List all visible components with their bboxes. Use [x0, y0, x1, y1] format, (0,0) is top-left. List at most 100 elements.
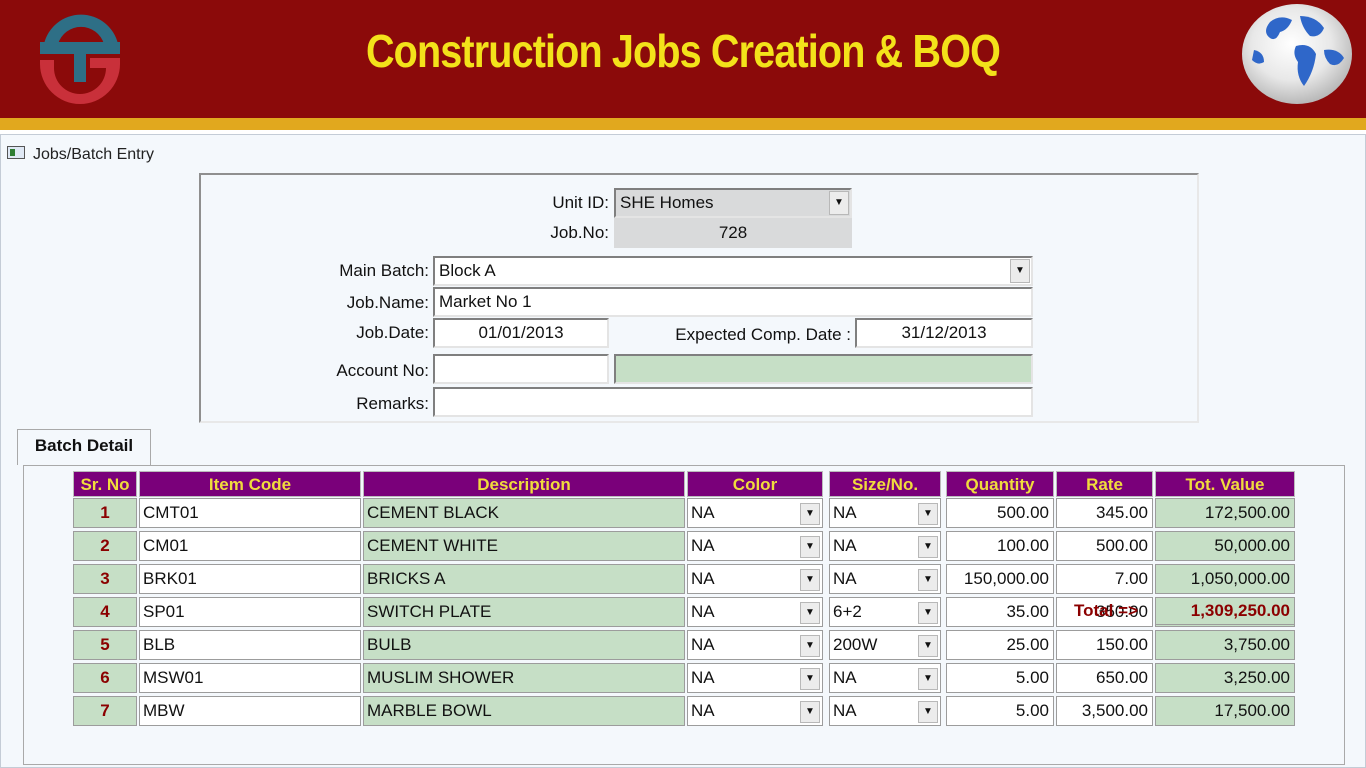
quantity-cell[interactable]: 500.00 [946, 498, 1054, 528]
description-cell: CEMENT WHITE [363, 531, 685, 561]
rate-cell[interactable]: 150.00 [1056, 630, 1153, 660]
size-cell-text: NA [833, 701, 857, 720]
job-form-panel: Unit ID: SHE Homes ▼ Job.No: 728 Main Ba… [199, 173, 1199, 423]
job-date-label: Job.Date: [356, 323, 429, 342]
size-cell-text: NA [833, 569, 857, 588]
size-cell[interactable]: NA ▼ [829, 531, 941, 561]
total-value-cell-text: 17,500.00 [1214, 701, 1290, 720]
size-cell[interactable]: 6+2 ▼ [829, 597, 941, 627]
total-value-cell: 3,750.00 [1155, 630, 1295, 660]
description-cell-text: MUSLIM SHOWER [367, 668, 515, 687]
chevron-down-icon[interactable]: ▼ [800, 503, 820, 525]
quantity-cell[interactable]: 35.00 [946, 597, 1054, 627]
chevron-down-icon[interactable]: ▼ [918, 635, 938, 657]
rate-cell-text: 345.00 [1096, 503, 1148, 522]
account-no-input[interactable] [433, 354, 609, 384]
color-cell[interactable]: NA ▼ [687, 597, 823, 627]
color-cell[interactable]: NA ▼ [687, 663, 823, 693]
size-cell-text: 6+2 [833, 602, 862, 621]
unit-id-select[interactable]: SHE Homes ▼ [614, 188, 852, 218]
size-cell[interactable]: NA ▼ [829, 696, 941, 726]
description-cell-text: BULB [367, 635, 412, 654]
quantity-cell[interactable]: 25.00 [946, 630, 1054, 660]
header-description: Description [363, 471, 685, 497]
main-batch-dropdown-icon[interactable]: ▼ [1010, 259, 1030, 283]
item-code-cell[interactable]: BLB [139, 630, 361, 660]
chevron-down-icon[interactable]: ▼ [918, 701, 938, 723]
rate-cell[interactable]: 650.00 [1056, 663, 1153, 693]
window-icon [7, 146, 25, 159]
chevron-down-icon[interactable]: ▼ [800, 602, 820, 624]
chevron-down-icon[interactable]: ▼ [800, 569, 820, 591]
item-code-cell[interactable]: BRK01 [139, 564, 361, 594]
quantity-cell[interactable]: 100.00 [946, 531, 1054, 561]
banner-stripe [0, 118, 1366, 130]
quantity-cell-text: 150,000.00 [963, 569, 1049, 588]
description-cell-text: SWITCH PLATE [367, 602, 492, 621]
rate-cell[interactable]: 345.00 [1056, 498, 1153, 528]
item-code-cell-text: CMT01 [143, 503, 199, 522]
chevron-down-icon[interactable]: ▼ [918, 602, 938, 624]
item-code-cell[interactable]: CMT01 [139, 498, 361, 528]
rate-cell[interactable]: 500.00 [1056, 531, 1153, 561]
total-value-cell-text: 3,250.00 [1223, 668, 1290, 687]
chevron-down-icon[interactable]: ▼ [918, 536, 938, 558]
rate-cell[interactable]: 3,500.00 [1056, 696, 1153, 726]
chevron-down-icon[interactable]: ▼ [800, 701, 820, 723]
description-cell: MUSLIM SHOWER [363, 663, 685, 693]
sr-no-cell: 4 [73, 597, 137, 627]
total-value-cell-text: 172,500.00 [1204, 503, 1290, 522]
quantity-cell[interactable]: 150,000.00 [946, 564, 1054, 594]
item-code-cell[interactable]: MSW01 [139, 663, 361, 693]
size-cell[interactable]: 200W ▼ [829, 630, 941, 660]
remarks-input[interactable] [433, 387, 1033, 417]
description-cell: MARBLE BOWL [363, 696, 685, 726]
account-no-label: Account No: [336, 361, 429, 380]
header-rate: Rate [1056, 471, 1153, 497]
main-batch-select[interactable]: Block A ▼ [433, 256, 1033, 286]
color-cell[interactable]: NA ▼ [687, 630, 823, 660]
item-code-cell[interactable]: MBW [139, 696, 361, 726]
chevron-down-icon[interactable]: ▼ [918, 569, 938, 591]
sr-no-cell-text: 1 [100, 503, 110, 522]
job-date-input[interactable]: 01/01/2013 [433, 318, 609, 348]
rate-cell[interactable]: 7.00 [1056, 564, 1153, 594]
description-cell-text: CEMENT WHITE [367, 536, 498, 555]
chevron-down-icon[interactable]: ▼ [800, 536, 820, 558]
item-code-cell[interactable]: CM01 [139, 531, 361, 561]
header-color: Color [687, 471, 823, 497]
tab-batch-detail[interactable]: Batch Detail [17, 429, 151, 465]
quantity-cell-text: 35.00 [1006, 602, 1049, 621]
size-cell-text: NA [833, 536, 857, 555]
item-code-cell[interactable]: SP01 [139, 597, 361, 627]
quantity-cell[interactable]: 5.00 [946, 663, 1054, 693]
expected-date-input[interactable]: 31/12/2013 [855, 318, 1033, 348]
rate-cell-text: 3,500.00 [1081, 701, 1148, 720]
quantity-cell-text: 25.00 [1006, 635, 1049, 654]
item-code-cell-text: SP01 [143, 602, 185, 621]
description-cell: CEMENT BLACK [363, 498, 685, 528]
quantity-cell-text: 5.00 [1015, 701, 1049, 720]
chevron-down-icon[interactable]: ▼ [800, 668, 820, 690]
quantity-cell[interactable]: 5.00 [946, 696, 1054, 726]
job-name-input[interactable]: Market No 1 [433, 287, 1033, 317]
size-cell[interactable]: NA ▼ [829, 663, 941, 693]
chevron-down-icon[interactable]: ▼ [918, 503, 938, 525]
color-cell[interactable]: NA ▼ [687, 498, 823, 528]
unit-id-dropdown-icon[interactable]: ▼ [829, 191, 849, 215]
size-cell-text: 200W [833, 635, 878, 654]
total-value-cell-text: 1,050,000.00 [1190, 569, 1290, 588]
window-title: Jobs/Batch Entry [33, 146, 154, 163]
color-cell[interactable]: NA ▼ [687, 696, 823, 726]
chevron-down-icon[interactable]: ▼ [800, 635, 820, 657]
globe-icon [1242, 4, 1352, 104]
total-value-cell: 17,500.00 [1155, 696, 1295, 726]
color-cell-text: NA [691, 503, 715, 522]
color-cell[interactable]: NA ▼ [687, 564, 823, 594]
color-cell[interactable]: NA ▼ [687, 531, 823, 561]
description-cell-text: CEMENT BLACK [367, 503, 499, 522]
sr-no-cell: 1 [73, 498, 137, 528]
size-cell[interactable]: NA ▼ [829, 498, 941, 528]
chevron-down-icon[interactable]: ▼ [918, 668, 938, 690]
size-cell[interactable]: NA ▼ [829, 564, 941, 594]
